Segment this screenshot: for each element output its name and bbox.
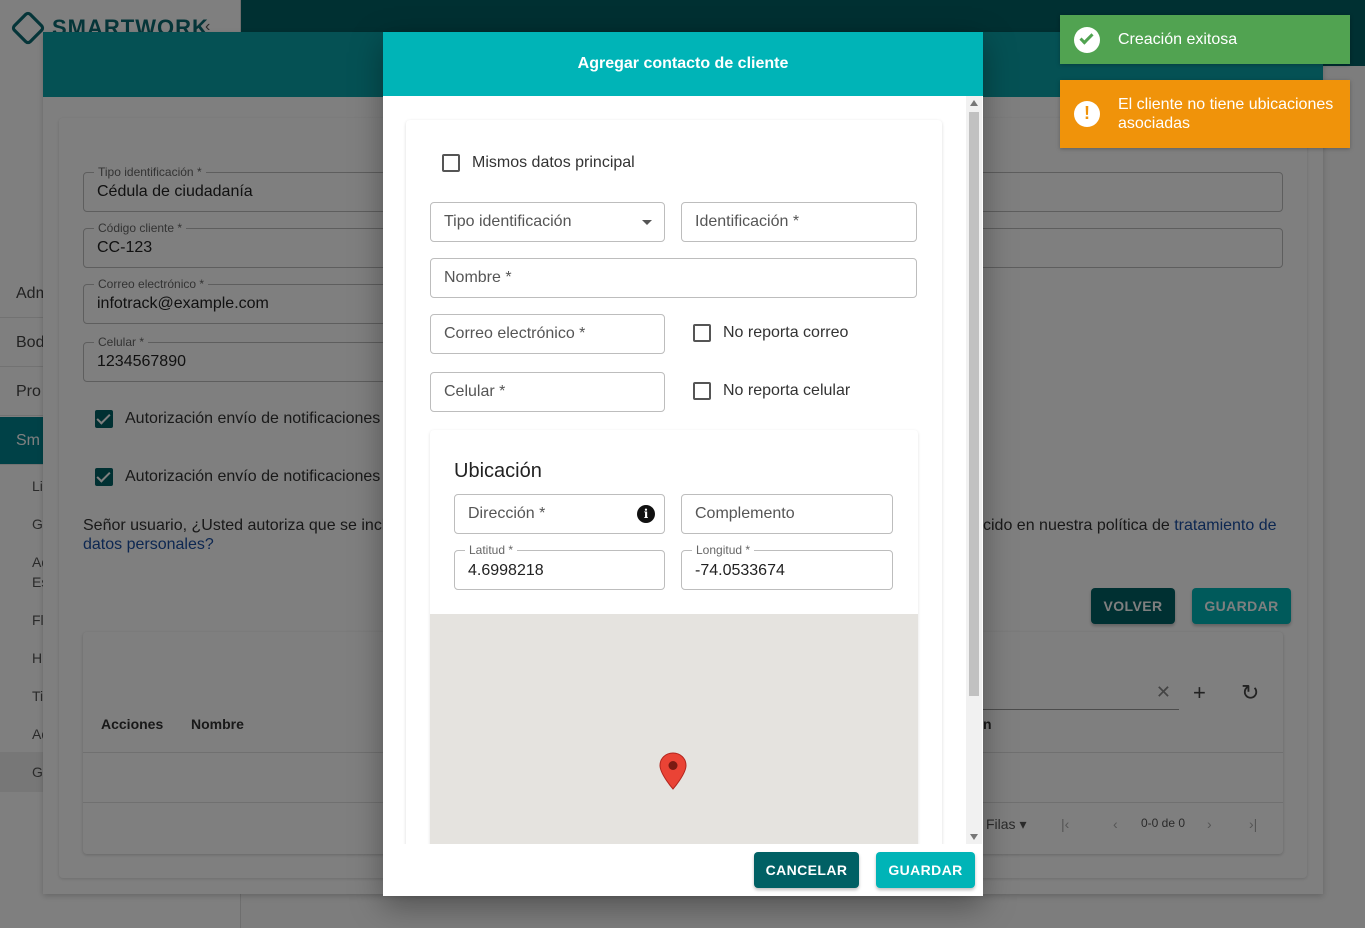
field-label: Latitud * [465,543,518,557]
nombre-input[interactable]: Nombre * [430,258,917,298]
scroll-thumb[interactable] [969,112,979,696]
checkbox-label: No reporta celular [723,382,851,399]
warning-toast[interactable]: ! El cliente no tiene ubicaciones asocia… [1060,80,1350,148]
toast-message: Creación exitosa [1118,30,1238,48]
location-map[interactable] [430,614,918,844]
scroll-down-icon[interactable] [970,834,978,840]
checkbox-label: No reporta correo [723,324,849,341]
add-contact-dialog: Agregar contacto de cliente Mismos datos… [383,32,983,896]
contact-form-card: Mismos datos principal Tipo identificaci… [406,120,942,844]
latitud-input[interactable]: Latitud * 4.6998218 [454,543,665,590]
input-placeholder: Dirección * [468,505,546,522]
dialog-body: Mismos datos principal Tipo identificaci… [383,96,983,844]
cancelar-button[interactable]: CANCELAR [754,852,859,888]
mismos-datos-checkbox[interactable]: Mismos datos principal [442,154,635,172]
select-placeholder: Tipo identificación [444,213,572,230]
field-value: 4.6998218 [468,562,544,579]
checkbox-empty-icon [693,324,711,342]
input-placeholder: Celular * [444,383,506,400]
input-placeholder: Identificación * [695,213,800,230]
no-reporta-celular-checkbox[interactable]: No reporta celular [693,382,850,400]
dialog-footer: CANCELAR GUARDAR [383,844,983,896]
checkbox-label: Mismos datos principal [472,154,635,171]
ubicacion-title: Ubicación [454,460,542,482]
tipo-identificacion-select[interactable]: Tipo identificación [430,202,665,242]
input-placeholder: Nombre * [444,269,512,286]
info-icon[interactable]: i [637,505,655,523]
ubicacion-section: Ubicación Dirección * i Complemento Lati… [430,430,918,844]
check-mark [1079,29,1094,45]
dropdown-arrow-icon [642,220,652,225]
checkbox-empty-icon [442,154,460,172]
checkbox-empty-icon [693,382,711,400]
longitud-input[interactable]: Longitud * -74.0533674 [681,543,893,590]
complemento-input[interactable]: Complemento [681,494,893,534]
map-pin-icon[interactable] [659,752,687,790]
exclamation-circle-icon: ! [1074,101,1100,127]
check-circle-icon [1074,26,1100,53]
input-placeholder: Correo electrónico * [444,325,586,342]
dialog-title: Agregar contacto de cliente [383,32,983,96]
correo-input[interactable]: Correo electrónico * [430,314,665,354]
guardar-contact-button[interactable]: GUARDAR [876,852,975,888]
exclamation-mark: ! [1084,103,1090,123]
success-toast[interactable]: Creación exitosa [1060,15,1350,64]
scrollbar[interactable] [966,96,982,844]
field-label: Longitud * [692,543,755,557]
identificacion-input[interactable]: Identificación * [681,202,917,242]
toast-message: El cliente no tiene ubicaciones asociada… [1118,96,1334,132]
celular-input[interactable]: Celular * [430,372,665,412]
direccion-input[interactable]: Dirección * i [454,494,665,534]
field-value: -74.0533674 [695,562,785,579]
input-placeholder: Complemento [695,505,795,522]
scroll-up-icon[interactable] [970,100,978,106]
no-reporta-correo-checkbox[interactable]: No reporta correo [693,324,848,342]
